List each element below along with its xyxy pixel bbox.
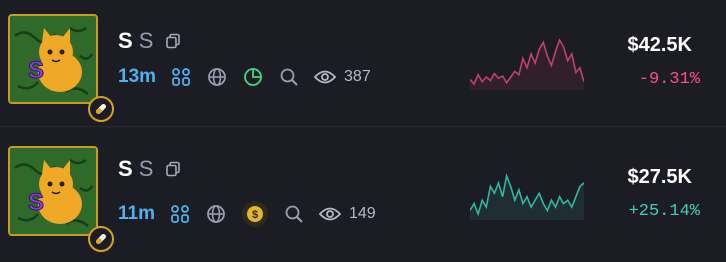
holders-icon[interactable] [170,66,192,88]
search-icon[interactable] [283,203,305,225]
globe-icon[interactable] [206,66,228,88]
token-name: S [138,28,154,53]
token-age: 11m [118,203,155,224]
market-cap: $42.5K [627,34,693,56]
token-row[interactable]: S S S 11m $ 149 $27.5K +25.14% [0,128,726,262]
eye-icon [314,66,337,88]
token-age: 13m [118,66,157,87]
avatar-image: S [8,14,98,104]
copy-icon[interactable] [165,33,181,49]
price-change: +25.14% [628,202,700,221]
svg-text:S: S [28,57,44,84]
token-avatar[interactable]: S [8,14,114,122]
token-meta: 13m 387 [118,66,371,88]
search-icon[interactable] [278,66,300,88]
view-count: 387 [344,68,371,85]
price-change: -9.31% [638,70,700,89]
price-sparkline [470,38,584,90]
coin-icon[interactable]: $ [241,200,269,228]
token-meta: 11m $ 149 [118,200,376,228]
avatar-image: S [8,146,98,236]
pill-badge-icon [88,226,114,252]
token-symbol: S [118,156,133,181]
pie-chart-icon[interactable] [242,66,264,88]
token-list: S S S 13m 387 $42.5K -9.31% S S S 11m $ … [0,0,726,262]
token-symbol: S [118,28,133,53]
holders-icon[interactable] [169,203,191,225]
token-name-group: S S [118,28,181,54]
row-divider [0,126,726,127]
token-name-group: S S [118,156,181,182]
svg-text:S: S [28,189,44,216]
copy-icon[interactable] [165,161,181,177]
pill-badge-icon [88,96,114,122]
globe-icon[interactable] [205,203,227,225]
view-count: 149 [348,205,376,222]
svg-text:$: $ [252,209,258,221]
price-sparkline [470,173,584,220]
token-name: S [138,156,154,181]
market-cap: $27.5K [627,166,693,188]
token-row[interactable]: S S S 13m 387 $42.5K -9.31% [0,0,726,126]
eye-icon [318,203,341,225]
token-avatar[interactable]: S [8,146,114,252]
